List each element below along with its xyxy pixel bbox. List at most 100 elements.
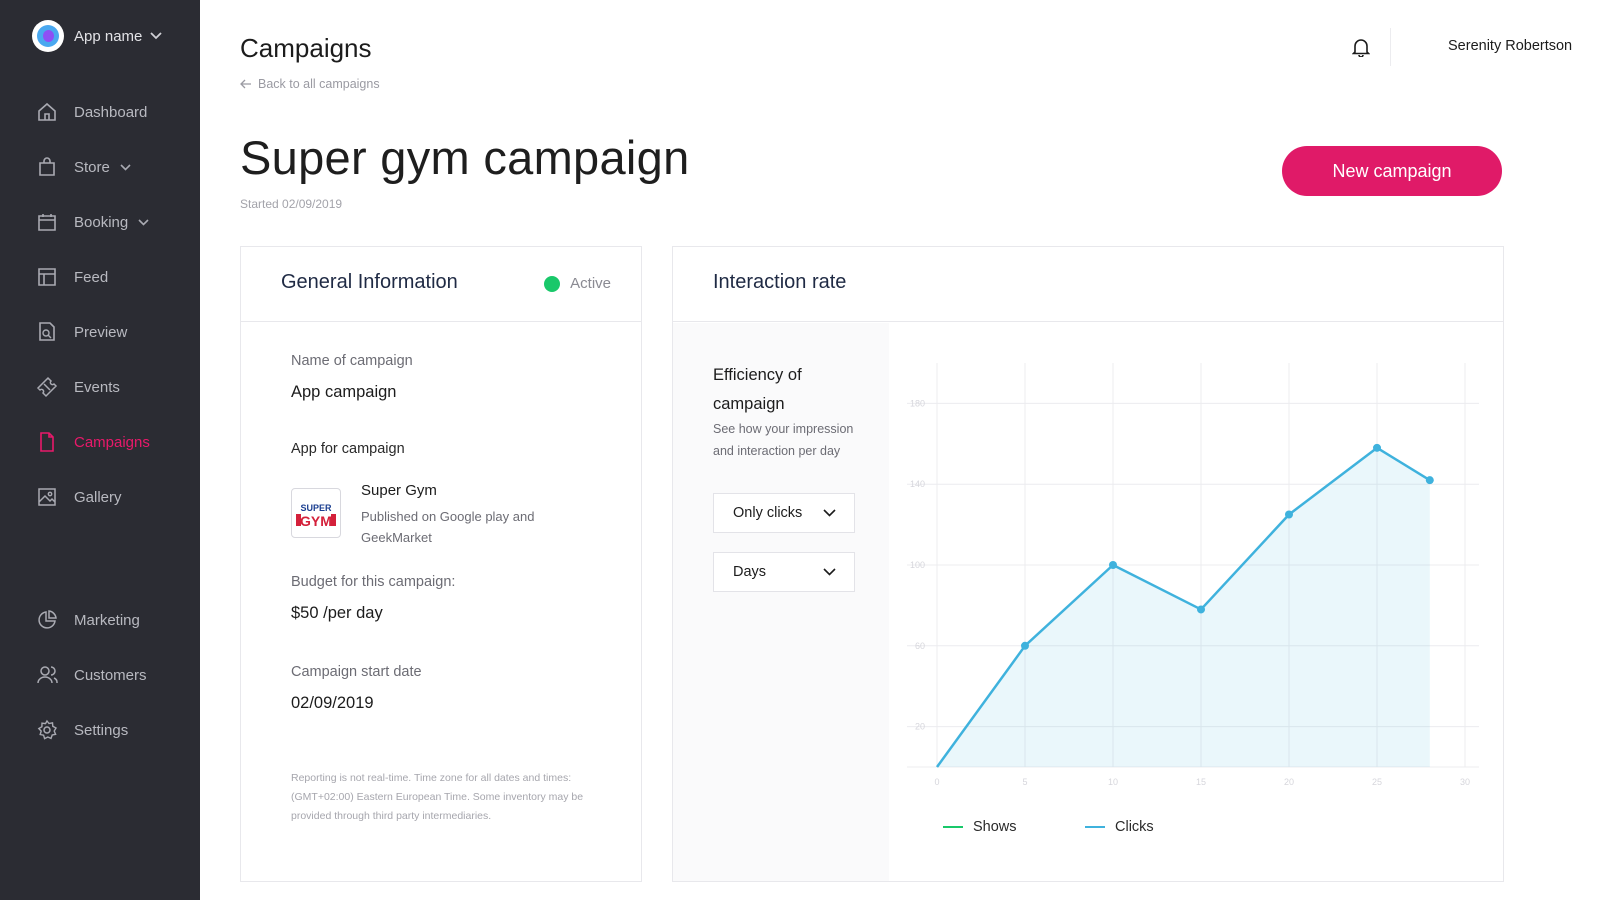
- image-icon: [38, 488, 56, 506]
- sidebar-item-label: Campaigns: [74, 433, 150, 451]
- file-icon: [40, 432, 54, 452]
- data-point: [1197, 605, 1205, 614]
- gear-icon: [37, 719, 57, 740]
- sidebar-item-label: Settings: [74, 721, 129, 739]
- budget-value: $50 /per day: [291, 604, 383, 622]
- sidebar-item-label: Store: [74, 158, 110, 176]
- y-tick-label: 20: [915, 722, 925, 732]
- sidebar-item-label: Events: [74, 378, 120, 396]
- sidebar-item-label: Booking: [74, 213, 129, 231]
- campaign-title: Super gym campaign: [240, 131, 690, 184]
- new-campaign-button[interactable]: New campaign: [1282, 146, 1502, 196]
- page-title: Campaigns: [240, 33, 372, 63]
- layout-icon: [38, 268, 56, 286]
- sidebar-item-label: Gallery: [74, 488, 122, 506]
- sidebar-item-marketing[interactable]: Marketing: [36, 609, 140, 631]
- general-information-card: General Information Active Name of campa…: [240, 246, 642, 882]
- legend-item-shows: Shows: [943, 819, 1017, 835]
- chevron-down-icon: [150, 32, 163, 40]
- home-icon: [38, 102, 56, 121]
- chevron-down-icon: [823, 509, 836, 517]
- x-tick-label: 0: [934, 777, 939, 787]
- x-tick-label: 25: [1372, 777, 1382, 787]
- sidebar-item-label: Dashboard: [74, 103, 148, 121]
- sidebar-item-preview[interactable]: Preview: [36, 321, 127, 343]
- card-title: Interaction rate: [713, 271, 847, 293]
- data-point: [1373, 443, 1381, 452]
- chevron-down-icon: [120, 163, 131, 171]
- bag-icon: [39, 157, 55, 176]
- status-badge: Active: [544, 275, 611, 292]
- sidebar-item-customers[interactable]: Customers: [36, 664, 147, 686]
- card-header: Interaction rate: [673, 247, 1503, 322]
- app-switcher[interactable]: App name: [32, 20, 163, 52]
- data-point: [1425, 476, 1434, 485]
- sidebar-item-settings[interactable]: Settings: [36, 719, 128, 741]
- chart-controls: Efficiency of campaign See how your impr…: [673, 323, 889, 881]
- sidebar-item-dashboard[interactable]: Dashboard: [36, 101, 147, 123]
- pie-chart-icon: [38, 610, 57, 629]
- ticket-icon: [36, 376, 58, 398]
- sidebar-item-booking[interactable]: Booking: [36, 211, 149, 233]
- back-link[interactable]: Back to all campaigns: [240, 77, 380, 91]
- y-tick-label: 140: [910, 479, 925, 489]
- y-tick-label: 100: [910, 560, 925, 570]
- name-label: Name of campaign: [291, 353, 413, 369]
- start-date-value: 02/09/2019: [291, 694, 374, 712]
- card-header: General Information Active: [241, 247, 641, 322]
- app-logo-image: SUPER GYM: [291, 488, 341, 538]
- sidebar-item-events[interactable]: Events: [36, 376, 120, 398]
- status-label: Active: [570, 275, 611, 292]
- x-tick-label: 20: [1284, 777, 1294, 787]
- svg-text:SUPER: SUPER: [300, 503, 332, 513]
- back-link-label: Back to all campaigns: [258, 77, 380, 91]
- budget-label: Budget for this campaign:: [291, 574, 456, 590]
- filter-dropdown[interactable]: Only clicks: [713, 493, 855, 533]
- sidebar-item-gallery[interactable]: Gallery: [36, 486, 122, 508]
- interaction-rate-card: Interaction rate Efficiency of campaign …: [672, 246, 1504, 882]
- users-icon: [37, 666, 58, 684]
- data-point: [1109, 561, 1117, 569]
- sidebar-item-label: Preview: [74, 323, 128, 341]
- y-tick-label: 60: [915, 641, 925, 651]
- filter-dropdown-value: Only clicks: [733, 505, 803, 521]
- legend-label: Shows: [973, 819, 1017, 835]
- x-tick-label: 5: [1022, 777, 1027, 787]
- x-tick-label: 15: [1196, 777, 1206, 787]
- sidebar: App name Dashboard Store Booking Feed Pr…: [0, 0, 200, 900]
- app-published-text: Published on Google play and GeekMarket: [361, 509, 535, 545]
- app-logo: [32, 20, 64, 52]
- efficiency-subtitle: See how your impression and interaction …: [713, 422, 854, 458]
- app-name-text: Super Gym: [361, 482, 437, 499]
- sidebar-item-feed[interactable]: Feed: [36, 266, 108, 288]
- sidebar-item-campaigns[interactable]: Campaigns: [36, 431, 150, 453]
- sidebar-item-store[interactable]: Store: [36, 156, 131, 178]
- app-name: App name: [74, 27, 143, 45]
- svg-text:GYM: GYM: [300, 513, 332, 529]
- sidebar-item-label: Marketing: [74, 611, 140, 629]
- sidebar-item-label: Customers: [74, 666, 147, 684]
- data-point: [1021, 641, 1029, 650]
- period-dropdown[interactable]: Days: [713, 552, 855, 592]
- legend-label: Clicks: [1115, 819, 1154, 835]
- legend-swatch: [943, 826, 963, 828]
- chevron-down-icon: [138, 218, 149, 226]
- chevron-down-icon: [823, 568, 836, 576]
- legend-swatch: [1085, 826, 1105, 828]
- header-divider: [1390, 28, 1391, 66]
- status-dot: [544, 275, 561, 292]
- calendar-icon: [38, 214, 56, 231]
- started-date: Started 02/09/2019: [240, 197, 343, 211]
- start-date-label: Campaign start date: [291, 664, 422, 680]
- reporting-note: Reporting is not real-time. Time zone fo…: [291, 772, 584, 822]
- name-value: App campaign: [291, 383, 397, 401]
- document-search-icon: [39, 322, 55, 341]
- bell-icon[interactable]: [1352, 37, 1370, 57]
- efficiency-title: Efficiency of campaign: [713, 366, 802, 413]
- legend-item-clicks: Clicks: [1085, 819, 1154, 835]
- user-name[interactable]: Serenity Robertson: [1448, 38, 1572, 54]
- arrow-left-icon: [240, 79, 251, 89]
- interaction-chart: 0 5 10 15 20 25 30 20 60 100 140 180: [907, 363, 1479, 787]
- sidebar-item-label: Feed: [74, 268, 109, 286]
- data-point: [1285, 510, 1293, 519]
